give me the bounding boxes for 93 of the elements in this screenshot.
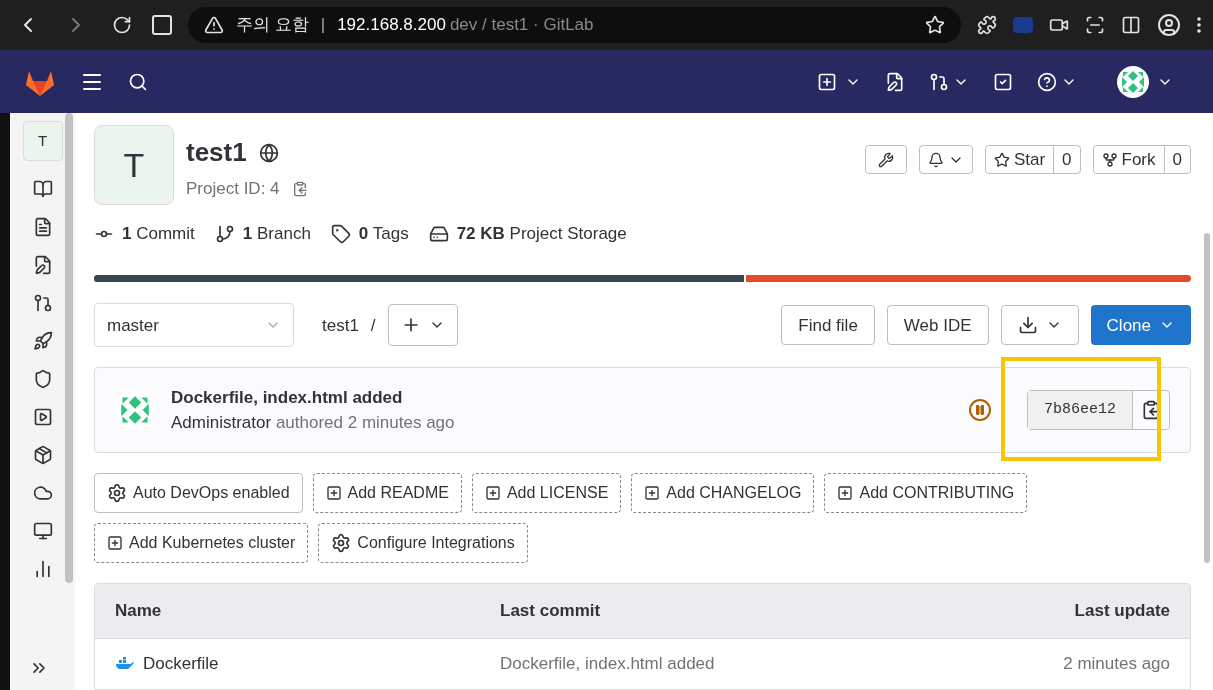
action-button[interactable]: Configure Integrations	[318, 523, 528, 563]
project-id: Project ID: 4	[186, 178, 280, 200]
issues-icon	[885, 71, 905, 92]
stat-link[interactable]: 1 Branch	[214, 221, 311, 247]
action-button[interactable]: Add README	[312, 473, 462, 513]
cloud-icon	[32, 483, 53, 503]
plus-square-icon	[484, 485, 501, 501]
plus-square-icon	[644, 485, 661, 501]
column-header: Last commit	[500, 600, 602, 623]
commit-sha[interactable]: 7b86ee12	[1028, 391, 1132, 430]
todo-button[interactable]	[993, 71, 1013, 92]
plus-square-icon	[325, 485, 342, 501]
monitor-icon	[32, 521, 53, 541]
rocket-icon	[32, 331, 53, 351]
merge-request-icon	[32, 293, 53, 313]
profile-icon	[1157, 13, 1181, 37]
tag-icon	[330, 223, 351, 244]
path-separator: /	[370, 314, 376, 337]
commit-meta: Administrator authored 2 minutes ago	[171, 412, 455, 435]
fork-count[interactable]: 0	[1163, 146, 1190, 173]
warning-icon	[204, 15, 224, 35]
extensions-icon	[977, 15, 997, 35]
clone-button[interactable]: Clone	[1090, 305, 1191, 346]
stat-link[interactable]: 0 Tags	[330, 221, 409, 247]
merge-request-icon	[929, 71, 949, 92]
fork-icon	[1101, 151, 1118, 168]
repo-path[interactable]: test1	[322, 312, 359, 339]
sidebar-item[interactable]	[32, 483, 53, 503]
star-button[interactable]: Star	[985, 146, 1054, 173]
stat-link[interactable]: 72 KB Project Storage	[428, 221, 627, 247]
book-icon	[32, 179, 53, 199]
web-ide-button[interactable]: Web IDE	[886, 305, 989, 346]
more-icon[interactable]	[1197, 17, 1201, 33]
separator: |	[320, 14, 326, 37]
gear-icon	[107, 483, 127, 503]
star-count[interactable]: 0	[1053, 146, 1080, 173]
column-header: Last update	[1074, 600, 1170, 623]
add-menu-button[interactable]	[387, 304, 458, 347]
updated-time: 2 minutes ago	[1063, 653, 1170, 676]
branch-icon	[214, 223, 235, 244]
pipeline-status-icon[interactable]	[969, 399, 991, 422]
whale-icon	[115, 656, 135, 672]
sidebar-item[interactable]	[32, 445, 53, 465]
plus-square-icon	[837, 485, 854, 501]
action-button[interactable]: Add CONTRIBUTING	[824, 473, 1028, 513]
commit-link[interactable]: Dockerfile, index.html added	[500, 651, 1064, 677]
download-icon	[1017, 315, 1038, 336]
search-icon	[128, 71, 148, 92]
address-bar[interactable]: 주의 요함 | 192.168.8.200 dev / test1 · GitLab	[188, 7, 961, 43]
action-button[interactable]: Auto DevOps enabled	[94, 473, 303, 513]
sidebar-icon	[1121, 15, 1141, 35]
plus-square-icon	[107, 535, 123, 551]
package-icon	[32, 445, 53, 465]
issues-button[interactable]	[885, 71, 905, 92]
gear-icon	[331, 533, 352, 553]
action-button[interactable]: Add Kubernetes cluster	[94, 523, 309, 563]
sidebar-item[interactable]	[32, 521, 53, 541]
copy-icon	[291, 180, 308, 197]
find-file-button[interactable]: Find file	[781, 305, 875, 346]
globe-icon	[258, 142, 279, 163]
fork-button[interactable]: Fork	[1093, 146, 1164, 173]
branch-dropdown[interactable]: master	[94, 303, 294, 348]
sidebar-item[interactable]	[32, 407, 53, 427]
settings-button[interactable]	[864, 145, 907, 174]
help-icon	[1037, 71, 1057, 92]
wrench-icon	[877, 151, 894, 168]
commit-title[interactable]: Dockerfile, index.html added	[171, 384, 455, 411]
plus-square-icon	[817, 71, 837, 92]
project-avatar[interactable]: T	[22, 121, 63, 161]
search-button[interactable]	[128, 71, 148, 92]
avatar-icon	[1117, 65, 1149, 98]
bell-icon	[927, 151, 944, 168]
bookmark-star-icon	[925, 15, 945, 35]
project-name: test1	[186, 136, 247, 169]
project-avatar: T	[94, 125, 174, 205]
deploy-icon	[32, 407, 53, 427]
todo-icon	[993, 71, 1013, 92]
action-button[interactable]: Add LICENSE	[471, 473, 622, 513]
reload-icon	[112, 15, 132, 35]
stat-link[interactable]: 1 Commit	[94, 221, 195, 247]
sidebar-item[interactable]	[32, 179, 53, 199]
sidebar-item[interactable]	[32, 331, 53, 351]
column-header: Name	[115, 600, 163, 623]
notifications-button[interactable]	[918, 145, 973, 174]
screenshot-icon	[1085, 15, 1105, 35]
star-icon	[993, 151, 1010, 168]
url-path: dev / test1 · GitLab	[449, 14, 594, 37]
url-host: 192.168.8.200	[337, 14, 446, 37]
sidebar-item[interactable]	[32, 293, 53, 313]
security-label: 주의 요함	[236, 14, 309, 37]
file-link[interactable]: Dockerfile	[143, 651, 219, 677]
download-button[interactable]	[1000, 305, 1079, 346]
action-button[interactable]: Add CHANGELOG	[631, 473, 815, 513]
